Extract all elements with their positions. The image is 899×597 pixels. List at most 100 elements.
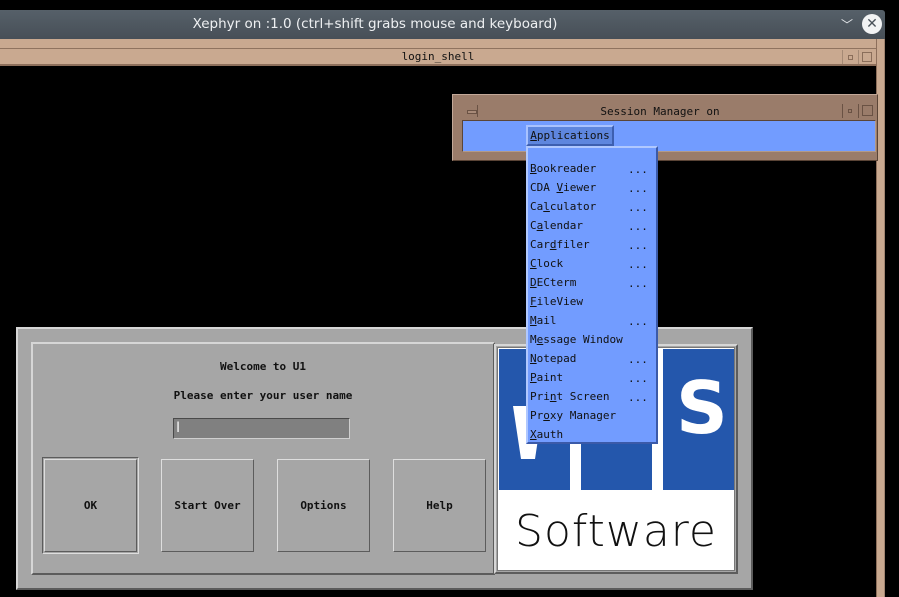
menu-item-text: ssage Window bbox=[543, 333, 623, 346]
menu-item[interactable]: FileView bbox=[530, 292, 654, 311]
maximize-icon[interactable] bbox=[858, 104, 876, 118]
ellipsis-icon: ... bbox=[628, 201, 648, 214]
minimize-icon[interactable] bbox=[842, 50, 856, 64]
menu-item-text: M bbox=[530, 333, 537, 346]
help-button[interactable]: Help bbox=[393, 459, 486, 552]
menu-item-text: B bbox=[530, 162, 537, 175]
ellipsis-icon: ... bbox=[628, 239, 648, 252]
menu-item-text: auth bbox=[536, 428, 564, 441]
logo-wordmark: Software bbox=[515, 506, 717, 557]
ellipsis-icon: ... bbox=[628, 277, 648, 290]
applications-menu: Bookreader... CDA Viewer... Calculator... C… bbox=[526, 146, 658, 444]
menu-item-text: aint bbox=[536, 371, 564, 384]
ellipsis-icon: ... bbox=[628, 182, 648, 195]
maximize-icon[interactable] bbox=[858, 50, 874, 64]
menu-item[interactable]: Cardfiler... bbox=[530, 235, 654, 254]
menu-item-label: DECterm bbox=[530, 273, 576, 292]
menu-button-label: pplications bbox=[536, 129, 610, 142]
window-menu-icon[interactable] bbox=[464, 105, 478, 117]
menu-item-label: Notepad bbox=[530, 349, 576, 368]
menu-item-text: P bbox=[530, 371, 537, 384]
logo-letter-s: S bbox=[676, 366, 728, 450]
menu-item[interactable]: Message Window bbox=[530, 330, 654, 349]
menu-item-text: d bbox=[549, 238, 557, 251]
ellipsis-icon: ... bbox=[628, 163, 648, 176]
menu-item-label: Calculator bbox=[530, 197, 596, 216]
minimize-icon[interactable] bbox=[842, 104, 856, 118]
menu-item-text: l bbox=[543, 200, 550, 213]
menu-item-label: Message Window bbox=[530, 330, 623, 349]
menu-item-text: ECterm bbox=[536, 276, 577, 289]
menu-item-label: Calendar bbox=[530, 216, 583, 235]
session-manager-title: Session Manager on bbox=[600, 105, 720, 118]
menu-item[interactable]: Paint... bbox=[530, 368, 654, 387]
host-window-title-text: Xephyr on :1.0 (ctrl+shift grabs mouse a… bbox=[192, 16, 558, 32]
start-over-button[interactable]: Start Over bbox=[161, 459, 254, 552]
login-shell-title: login_shell bbox=[401, 50, 475, 63]
menu-item[interactable]: Notepad... bbox=[530, 349, 654, 368]
menu-item-text: C bbox=[530, 219, 537, 232]
applications-menu-button[interactable]: Applications bbox=[526, 125, 614, 146]
menu-item-text: CDA bbox=[530, 181, 557, 194]
menu-item-text: M bbox=[530, 314, 537, 327]
menu-item-label: Print Screen bbox=[530, 387, 609, 406]
menu-item[interactable]: DECterm... bbox=[530, 273, 654, 292]
menu-item-label: Xauth bbox=[530, 425, 563, 444]
menu-item-text: otepad bbox=[536, 352, 577, 365]
menu-item-text: o bbox=[543, 409, 550, 422]
menu-item-text: C bbox=[530, 257, 537, 270]
close-icon[interactable]: ✕ bbox=[862, 14, 882, 34]
ellipsis-icon: ... bbox=[628, 353, 648, 366]
menu-item-text: culator bbox=[549, 200, 597, 213]
chevron-down-icon[interactable]: ﹀ bbox=[838, 16, 856, 34]
options-button[interactable]: Options bbox=[277, 459, 370, 552]
menu-item[interactable]: Xauth bbox=[530, 425, 654, 444]
menu-item-label: Proxy Manager bbox=[530, 406, 616, 425]
menu-item-text: xy Manager bbox=[549, 409, 617, 422]
menu-item-label: Bookreader bbox=[530, 159, 596, 178]
menu-item-label: CDA Viewer bbox=[530, 178, 596, 197]
ellipsis-icon: ... bbox=[628, 391, 648, 404]
menu-item[interactable]: CDA Viewer... bbox=[530, 178, 654, 197]
text-cursor-icon: I bbox=[176, 420, 181, 436]
menu-item[interactable]: Calendar... bbox=[530, 216, 654, 235]
session-manager-menubar bbox=[462, 120, 876, 152]
menu-item-text: Pr bbox=[530, 409, 544, 422]
welcome-heading: Welcome to U1 bbox=[219, 360, 307, 373]
menu-item-text: N bbox=[530, 352, 537, 365]
menu-item-label: Mail bbox=[530, 311, 557, 330]
menu-item[interactable]: Mail... bbox=[530, 311, 654, 330]
menu-item-text: ookreader bbox=[536, 162, 597, 175]
menu-item-label: Clock bbox=[530, 254, 563, 273]
username-input[interactable] bbox=[173, 418, 350, 439]
mnemonic: A bbox=[530, 129, 537, 142]
menu-item[interactable]: Print Screen... bbox=[530, 387, 654, 406]
menu-item-text: lendar bbox=[543, 219, 583, 232]
menu-item-label: Cardfiler bbox=[530, 235, 590, 254]
menu-item-text: Ca bbox=[530, 200, 544, 213]
menu-item-text: t Screen bbox=[556, 390, 610, 403]
menu-item[interactable]: Bookreader... bbox=[530, 159, 654, 178]
username-prompt: Please enter your user name bbox=[173, 389, 353, 402]
menu-item-text: ileView bbox=[536, 295, 583, 308]
menu-item-text: Pri bbox=[530, 390, 550, 403]
menu-item-label: Paint bbox=[530, 368, 563, 387]
menu-item-text: n bbox=[549, 390, 557, 403]
menu-item-text: filer bbox=[556, 238, 590, 251]
menu-item-text: iewer bbox=[563, 181, 597, 194]
ellipsis-icon: ... bbox=[628, 258, 648, 271]
ellipsis-icon: ... bbox=[628, 372, 648, 385]
host-window-title: Xephyr on :1.0 (ctrl+shift grabs mouse a… bbox=[0, 10, 750, 39]
ok-button[interactable]: OK bbox=[44, 459, 137, 552]
menu-item-text: X bbox=[530, 428, 537, 441]
menu-item-text: lock bbox=[536, 257, 564, 270]
menu-item-label: FileView bbox=[530, 292, 583, 311]
menu-item-text: Car bbox=[530, 238, 550, 251]
ellipsis-icon: ... bbox=[628, 315, 648, 328]
menu-item-text: D bbox=[530, 276, 537, 289]
menu-item[interactable]: Calculator... bbox=[530, 197, 654, 216]
menu-item[interactable]: Proxy Manager bbox=[530, 406, 654, 425]
ellipsis-icon: ... bbox=[628, 220, 648, 233]
host-window-titlebar[interactable]: Xephyr on :1.0 (ctrl+shift grabs mouse a… bbox=[0, 10, 885, 39]
menu-item[interactable]: Clock... bbox=[530, 254, 654, 273]
